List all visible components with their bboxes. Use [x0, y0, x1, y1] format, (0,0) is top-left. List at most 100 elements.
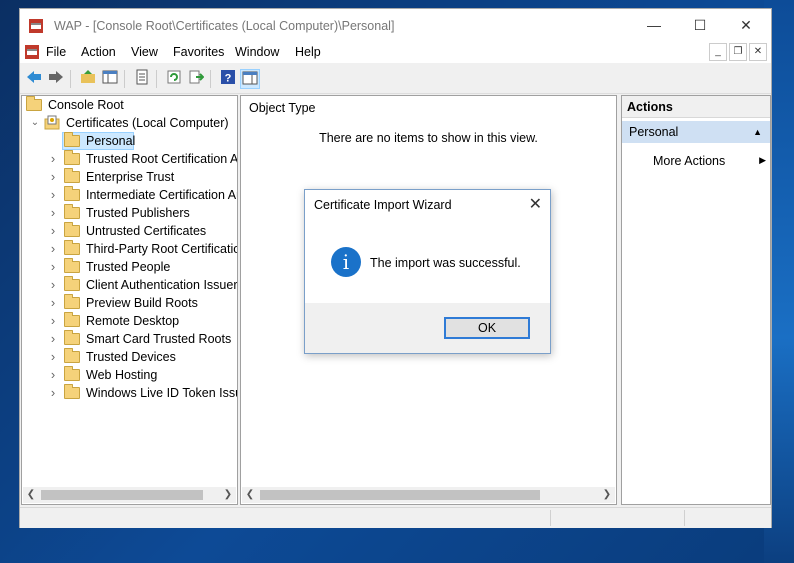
child-restore-icon[interactable]: ❐ [729, 43, 747, 61]
tree-label: Trusted Devices [86, 350, 176, 364]
scrollbar-thumb[interactable] [41, 490, 203, 500]
child-window-controls: _ ❐ ✕ [707, 43, 767, 61]
toolbar-separator [156, 70, 157, 88]
window-title: WAP - [Console Root\Certificates (Local … [54, 19, 395, 33]
tree-label: Untrusted Certificates [86, 224, 207, 238]
back-icon[interactable] [24, 69, 44, 89]
actions-section-personal[interactable]: Personal ▲ [622, 121, 770, 143]
chevron-right-icon[interactable]: › [48, 222, 58, 240]
chevron-right-icon[interactable]: › [48, 258, 58, 276]
chevron-right-icon[interactable]: › [48, 366, 58, 384]
actions-header: Actions [622, 96, 770, 118]
child-close-icon[interactable]: ✕ [749, 43, 767, 61]
folder-icon [64, 384, 80, 399]
submenu-arrow-icon: ▶ [759, 155, 766, 165]
menu-action[interactable]: Action [81, 45, 116, 59]
console-tree-pane[interactable]: Console Root ⌄ Certificates (Local Compu… [21, 95, 238, 505]
status-divider [684, 510, 685, 526]
child-minimize-icon[interactable]: _ [709, 43, 727, 61]
column-header-object-type[interactable]: Object Type [249, 101, 315, 115]
status-divider [550, 510, 551, 526]
collapse-triangle-icon[interactable]: ▲ [753, 121, 762, 143]
tree-label: Certificates (Local Computer) [66, 116, 229, 130]
refresh-icon[interactable] [164, 69, 184, 89]
chevron-right-icon[interactable]: › [48, 384, 58, 402]
up-folder-icon[interactable] [78, 69, 98, 89]
folder-icon [64, 132, 80, 147]
toolbar-separator [124, 70, 125, 88]
empty-view-message: There are no items to show in this view. [319, 131, 538, 145]
folder-icon [64, 240, 80, 255]
chevron-right-icon[interactable]: › [48, 312, 58, 330]
scroll-left-icon[interactable]: ❮ [242, 487, 258, 503]
scrollbar-thumb[interactable] [260, 490, 540, 500]
properties-icon[interactable] [132, 69, 152, 89]
dialog-message: The import was successful. [370, 256, 521, 270]
folder-icon [64, 204, 80, 219]
menu-file[interactable]: File [46, 45, 66, 59]
toolbar-separator [210, 70, 211, 88]
results-horizontal-scrollbar[interactable]: ❮ ❯ [242, 487, 615, 503]
show-hide-action-pane-icon[interactable] [240, 69, 260, 89]
actions-pane: Actions Personal ▲ More Actions ▶ [621, 95, 771, 505]
menu-favorites[interactable]: Favorites [173, 45, 224, 59]
chevron-down-icon[interactable]: ⌄ [30, 114, 40, 132]
chevron-right-icon[interactable]: › [48, 150, 58, 168]
tree-label: Trusted People [86, 260, 171, 274]
tree-label: Preview Build Roots [86, 296, 198, 310]
export-list-icon[interactable] [186, 69, 206, 89]
maximize-button[interactable]: ☐ [677, 9, 723, 41]
dialog-close-icon[interactable]: ✕ [529, 194, 542, 214]
tree-label: Web Hosting [86, 368, 158, 382]
certificate-import-wizard-dialog: Certificate Import Wizard ✕ i The import… [304, 189, 551, 354]
tree-horizontal-scrollbar[interactable]: ❮ ❯ [23, 487, 236, 503]
tree-label: Trusted Root Certification Au [86, 152, 238, 166]
folder-icon [64, 150, 80, 165]
title-bar[interactable]: WAP - [Console Root\Certificates (Local … [20, 9, 771, 41]
chevron-right-icon[interactable]: › [48, 168, 58, 186]
tree-label: Client Authentication Issuers [86, 278, 238, 292]
chevron-right-icon[interactable]: › [48, 294, 58, 312]
folder-icon [64, 348, 80, 363]
scroll-left-icon[interactable]: ❮ [23, 487, 39, 503]
toolbar-separator [70, 70, 71, 88]
certificates-snapin-icon [44, 115, 60, 130]
forward-icon[interactable] [46, 69, 66, 89]
folder-icon [64, 222, 80, 237]
toolbar: ? [20, 65, 771, 94]
tree-label: Enterprise Trust [86, 170, 175, 184]
console-menu-icon[interactable] [24, 44, 40, 60]
folder-icon [64, 276, 80, 291]
tree-label: Console Root [48, 98, 124, 112]
chevron-right-icon[interactable]: › [48, 276, 58, 294]
menu-help[interactable]: Help [295, 45, 321, 59]
chevron-right-icon[interactable]: › [48, 330, 58, 348]
more-actions-label: More Actions [653, 154, 726, 168]
mmc-app-icon [29, 19, 43, 33]
folder-icon [26, 96, 42, 111]
chevron-right-icon[interactable]: › [48, 240, 58, 258]
show-hide-tree-icon[interactable] [100, 69, 120, 89]
menu-window[interactable]: Window [235, 45, 279, 59]
chevron-right-icon[interactable]: › [48, 204, 58, 222]
actions-section-label: Personal [629, 125, 679, 139]
help-icon[interactable]: ? [218, 69, 238, 89]
more-actions-item[interactable]: More Actions ▶ [653, 154, 768, 168]
scroll-right-icon[interactable]: ❯ [599, 487, 615, 503]
dialog-title: Certificate Import Wizard [314, 198, 452, 212]
tree-label: Third-Party Root Certification [86, 242, 238, 256]
ok-button[interactable]: OK [444, 317, 530, 339]
menu-view[interactable]: View [131, 45, 158, 59]
folder-icon [64, 258, 80, 273]
information-icon: i [331, 247, 361, 277]
dialog-footer: OK [305, 303, 550, 353]
close-button[interactable]: ✕ [723, 9, 769, 41]
chevron-right-icon[interactable]: › [48, 186, 58, 204]
folder-icon [64, 366, 80, 381]
chevron-right-icon[interactable]: › [48, 348, 58, 366]
tree-label: Remote Desktop [86, 314, 180, 328]
minimize-button[interactable]: — [631, 9, 677, 41]
tree-label: Windows Live ID Token Issue [86, 386, 238, 400]
scroll-right-icon[interactable]: ❯ [220, 487, 236, 503]
svg-text:?: ? [225, 73, 232, 85]
